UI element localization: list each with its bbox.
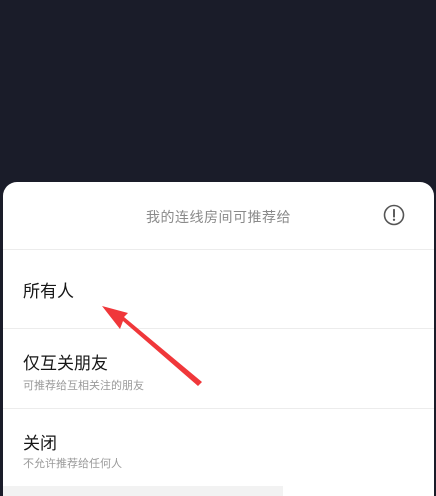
option-mutual-friends[interactable]: 仅互关朋友 可推荐给互相关注的朋友 — [3, 329, 434, 409]
option-everyone[interactable]: 所有人 — [3, 250, 434, 329]
option-label: 所有人 — [23, 282, 74, 302]
option-description: 不允许推荐给任何人 — [23, 457, 122, 470]
recommend-settings-sheet: 我的连线房间可推荐给 所有人 仅互关朋友 可推荐给互相关注的朋友 关闭 不允许推… — [3, 182, 434, 496]
option-label: 关闭 — [23, 434, 57, 454]
info-circle-icon[interactable] — [383, 204, 405, 226]
option-description: 可推荐给互相关注的朋友 — [23, 379, 144, 392]
sheet-title: 我的连线房间可推荐给 — [146, 210, 291, 226]
option-off[interactable]: 关闭 不允许推荐给任何人 — [3, 409, 434, 481]
bottom-strip — [3, 486, 283, 496]
sheet-header: 我的连线房间可推荐给 — [3, 182, 434, 250]
option-label: 仅互关朋友 — [23, 354, 108, 374]
